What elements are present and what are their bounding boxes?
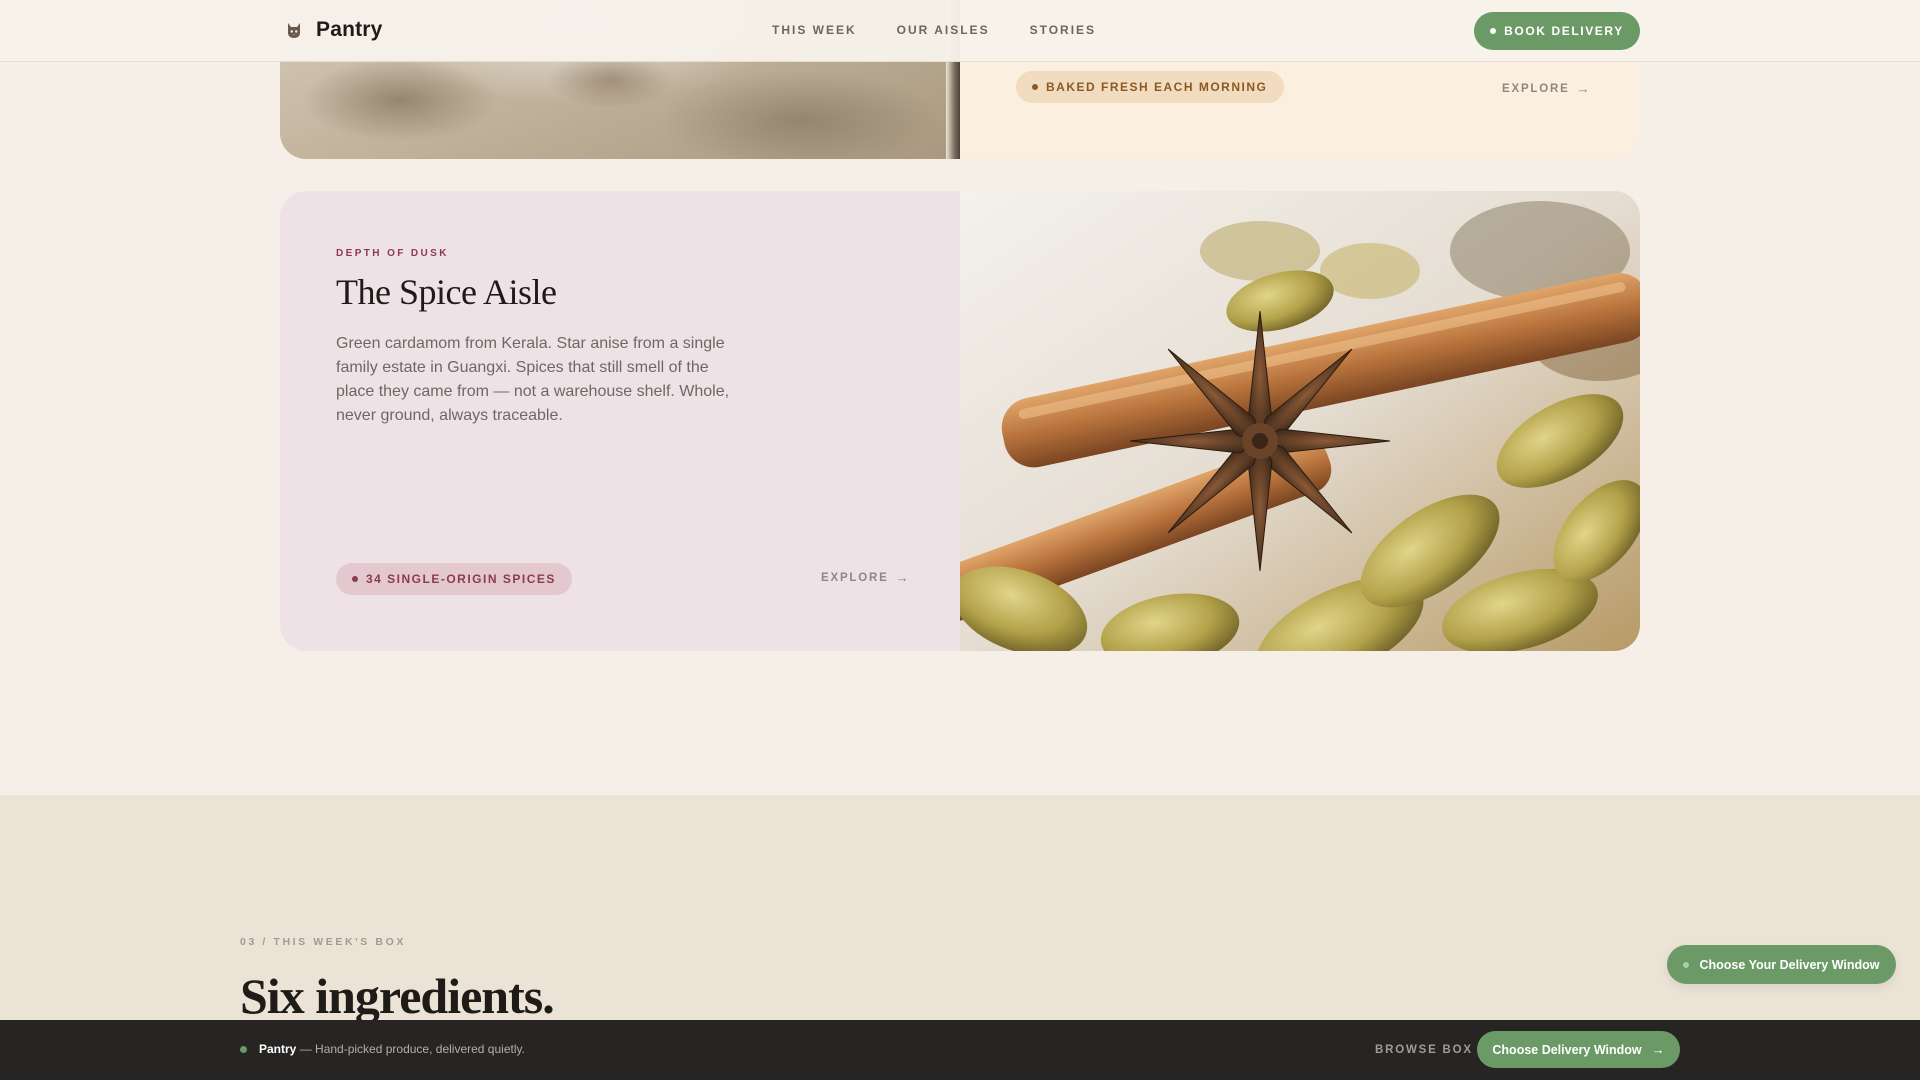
bottom-bar-info: Pantry — Hand-picked produce, delivered … xyxy=(240,1042,525,1056)
status-dot-icon xyxy=(240,1045,247,1053)
badge-dot-icon xyxy=(1032,84,1038,90)
section-eyebrow: 03 / THIS WEEK'S BOX xyxy=(240,936,406,948)
spice-aisle-card: DEPTH OF DUSK The Spice Aisle Green card… xyxy=(280,191,1640,651)
brand-name: Pantry xyxy=(316,18,383,41)
section-title: Six ingredients. xyxy=(240,968,555,1024)
choose-delivery-window-button[interactable]: Choose Delivery Window → xyxy=(1477,1031,1680,1068)
cat-logo-icon xyxy=(288,23,300,38)
arrow-right-icon: → xyxy=(895,570,911,585)
spice-card-body: DEPTH OF DUSK The Spice Aisle Green card… xyxy=(280,191,960,651)
brand-logo[interactable]: Pantry xyxy=(284,18,383,42)
book-delivery-label: BOOK DELIVERY xyxy=(1504,24,1624,38)
bottom-brand: Pantry xyxy=(259,1042,297,1056)
spice-count-badge: 34 SINGLE-ORIGIN SPICES xyxy=(336,563,572,595)
spice-photo xyxy=(960,191,1640,651)
bottom-tagline: — Hand-picked produce, delivered quietly… xyxy=(299,1042,525,1056)
browse-box-link[interactable]: BROWSE BOX xyxy=(1375,1044,1473,1056)
nav-our-aisles[interactable]: OUR AISLES xyxy=(897,23,990,37)
spice-description: Green cardamom from Kerala. Star anise f… xyxy=(336,335,730,424)
button-dot-icon xyxy=(1490,28,1497,34)
button-dot-icon xyxy=(1683,961,1690,968)
book-delivery-button[interactable]: BOOK DELIVERY xyxy=(1474,12,1640,50)
main-nav: THIS WEEK OUR AISLES STORIES xyxy=(772,23,1096,37)
bakery-explore-link[interactable]: EXPLORE → xyxy=(1502,82,1591,95)
explore-label: EXPLORE xyxy=(821,571,889,584)
bakery-badge: BAKED FRESH EACH MORNING xyxy=(1016,71,1285,103)
nav-this-week[interactable]: THIS WEEK xyxy=(772,23,857,37)
floating-cta-label: Choose Your Delivery Window xyxy=(1699,957,1880,972)
nav-stories[interactable]: STORIES xyxy=(1030,23,1096,37)
site-header: Pantry THIS WEEK OUR AISLES STORIES BOOK… xyxy=(0,0,1920,62)
bottom-cta-label: Choose Delivery Window xyxy=(1492,1042,1642,1057)
sticky-bottom-bar: Pantry — Hand-picked produce, delivered … xyxy=(0,1020,1920,1080)
spice-eyebrow: DEPTH OF DUSK xyxy=(336,248,449,259)
arrow-right-icon: → xyxy=(1651,1042,1665,1057)
bakery-badge-label: BAKED FRESH EACH MORNING xyxy=(1046,80,1268,94)
explore-label: EXPLORE xyxy=(1502,82,1570,95)
spice-explore-link[interactable]: EXPLORE → xyxy=(821,571,910,584)
spice-title: The Spice Aisle xyxy=(336,272,557,312)
floating-delivery-window-button[interactable]: Choose Your Delivery Window xyxy=(1667,945,1896,984)
spice-badge-label: 34 SINGLE-ORIGIN SPICES xyxy=(366,572,556,586)
badge-dot-icon xyxy=(352,576,358,582)
arrow-right-icon: → xyxy=(1576,81,1592,96)
